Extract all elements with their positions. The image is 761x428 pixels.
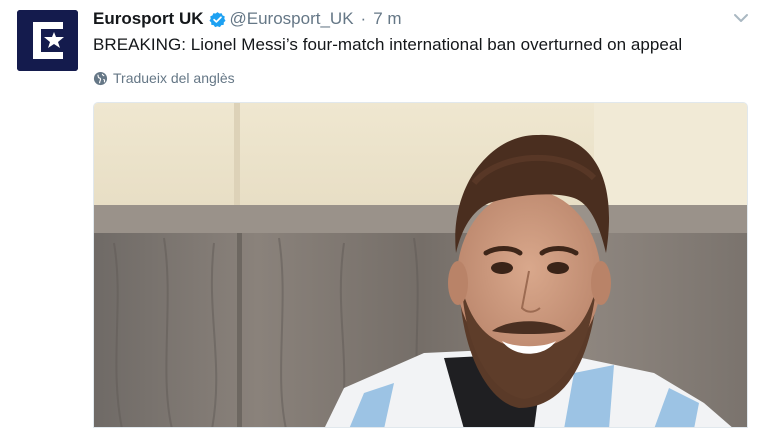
tweet-text: BREAKING: Lionel Messi’s four-match inte… xyxy=(93,35,683,54)
display-name[interactable]: Eurosport UK xyxy=(93,9,204,29)
verified-badge-icon xyxy=(208,11,226,28)
eurosport-logo-icon xyxy=(17,10,78,71)
separator-dot: · xyxy=(360,9,367,28)
timestamp[interactable]: 7 m xyxy=(373,9,401,29)
user-handle[interactable]: @Eurosport_UK xyxy=(230,9,354,29)
chevron-down-icon[interactable] xyxy=(733,11,749,23)
photo-bearded-man-in-striped-shirt-icon xyxy=(94,103,747,427)
globe-icon xyxy=(93,71,108,85)
translate-label: Tradueix del anglès xyxy=(113,70,235,86)
avatar[interactable] xyxy=(17,10,78,71)
translate-link[interactable]: Tradueix del anglès xyxy=(93,70,235,86)
tweet-photo[interactable] xyxy=(93,102,748,428)
tweet-header: Eurosport UK @Eurosport_UK · 7 m xyxy=(93,9,721,29)
